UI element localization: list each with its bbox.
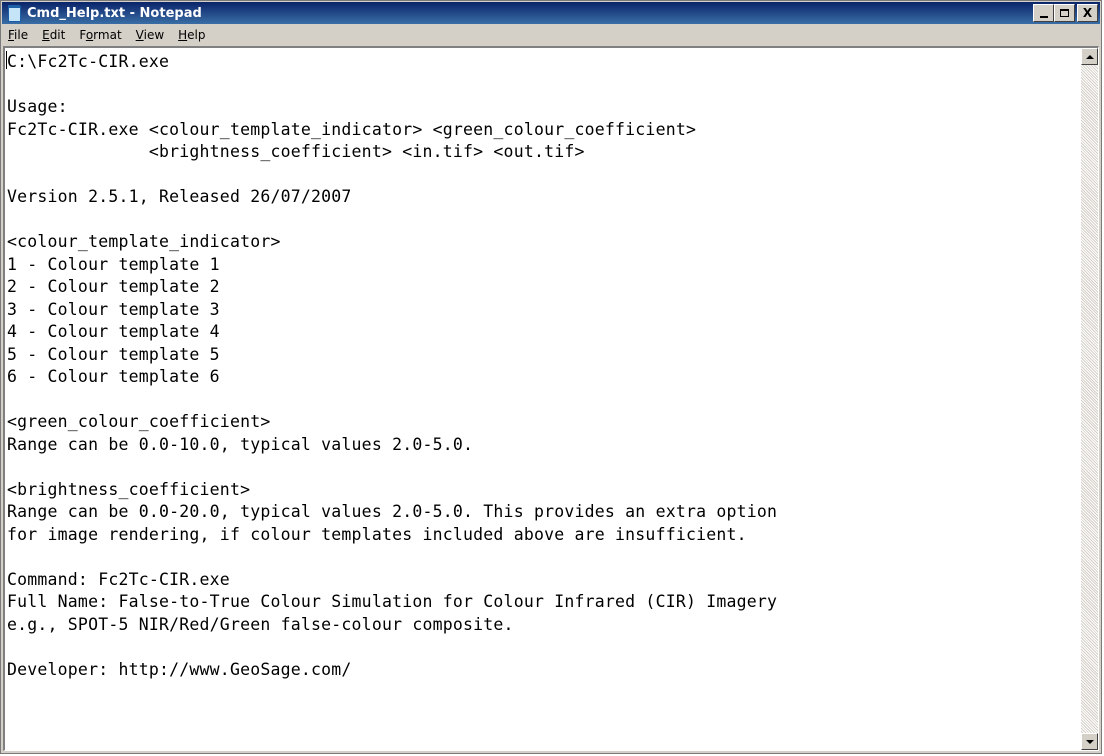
text-editor-area[interactable]: C:\Fc2Tc-CIR.exe Usage: Fc2Tc-CIR.exe <col… bbox=[5, 48, 1081, 750]
close-icon: X bbox=[1082, 6, 1093, 20]
text-line: C:\Fc2Tc-CIR.exe bbox=[7, 52, 170, 71]
menu-bar: File Edit Format View Help bbox=[2, 24, 1100, 45]
vertical-scrollbar[interactable] bbox=[1081, 48, 1098, 750]
text-line bbox=[7, 546, 1081, 569]
minimize-button[interactable] bbox=[1033, 4, 1054, 22]
text-line bbox=[7, 636, 1081, 659]
text-line: 2 - Colour template 2 bbox=[7, 277, 220, 296]
text-line: <green_colour_coefficient> bbox=[7, 412, 271, 431]
text-line: 1 - Colour template 1 bbox=[7, 254, 220, 274]
close-button[interactable]: X bbox=[1077, 4, 1098, 22]
text-line: 6 - Colour template 6 bbox=[7, 367, 220, 386]
text-line: <brightness_coefficient> <in.tif> <out.t… bbox=[7, 142, 585, 161]
text-line: Range can be 0.0-10.0, typical values 2.… bbox=[7, 434, 474, 454]
text-line bbox=[7, 164, 1081, 187]
text-line: 5 - Colour template 5 bbox=[7, 344, 220, 364]
scroll-up-button[interactable] bbox=[1081, 48, 1098, 65]
minimize-icon bbox=[1039, 15, 1048, 18]
text-line: <colour_template_indicator> bbox=[7, 232, 281, 251]
maximize-button[interactable] bbox=[1054, 4, 1075, 22]
text-line: <brightness_coefficient> bbox=[7, 479, 251, 499]
text-line: Developer: http://www.GeoSage.com/ bbox=[7, 659, 352, 679]
text-caret bbox=[6, 51, 7, 69]
text-line: Usage: bbox=[7, 97, 68, 116]
title-bar[interactable]: Cmd_Help.txt - Notepad X bbox=[2, 2, 1100, 24]
text-line: Fc2Tc-CIR.exe <colour_template_indicator… bbox=[7, 119, 697, 139]
menu-view[interactable]: View bbox=[129, 28, 171, 42]
text-line bbox=[7, 456, 1081, 479]
maximize-icon bbox=[1060, 9, 1069, 17]
menu-help[interactable]: Help bbox=[171, 28, 212, 42]
text-line: Full Name: False-to-True Colour Simulati… bbox=[7, 592, 778, 611]
menu-file[interactable]: File bbox=[2, 28, 35, 42]
editor-frame: C:\Fc2Tc-CIR.exe Usage: Fc2Tc-CIR.exe <col… bbox=[3, 46, 1099, 751]
text-line bbox=[7, 209, 1081, 232]
text-line: for image rendering, if colour templates… bbox=[7, 524, 747, 544]
menu-format[interactable]: Format bbox=[72, 28, 128, 42]
text-line: 4 - Colour template 4 bbox=[7, 322, 220, 341]
text-line bbox=[7, 74, 1081, 97]
menu-edit[interactable]: Edit bbox=[35, 28, 72, 42]
notepad-window: Cmd_Help.txt - Notepad X File Edit Forma… bbox=[0, 0, 1102, 754]
scroll-down-button[interactable] bbox=[1081, 733, 1098, 750]
text-line: Range can be 0.0-20.0, typical values 2.… bbox=[7, 502, 778, 521]
scroll-down-arrow-icon bbox=[1085, 739, 1094, 744]
text-line: e.g., SPOT-5 NIR/Red/Green false-colour … bbox=[7, 614, 514, 634]
notepad-icon[interactable] bbox=[6, 5, 22, 22]
text-line bbox=[7, 389, 1081, 412]
text-line: Version 2.5.1, Released 26/07/2007 bbox=[7, 187, 352, 206]
text-line: 3 - Colour template 3 bbox=[7, 299, 220, 319]
scroll-up-arrow-icon bbox=[1085, 54, 1094, 59]
window-controls: X bbox=[1033, 4, 1098, 22]
text-line: Command: Fc2Tc-CIR.exe bbox=[7, 569, 230, 589]
window-title: Cmd_Help.txt - Notepad bbox=[27, 5, 202, 21]
